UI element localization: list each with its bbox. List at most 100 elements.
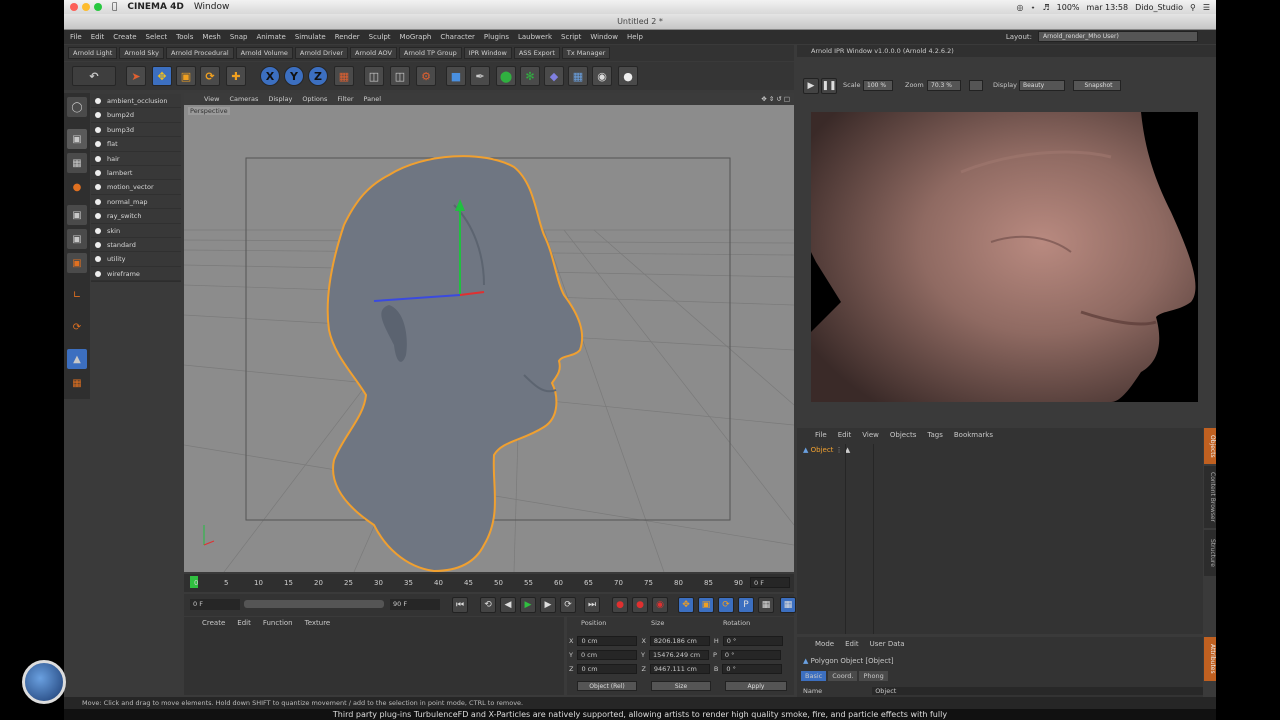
tab-attributes[interactable]: Attributes — [1204, 637, 1216, 681]
battery-level[interactable]: 100% — [1057, 3, 1080, 12]
size-y-field[interactable]: 15476.249 cm — [648, 650, 709, 660]
deformer-icon[interactable]: ◆ — [544, 66, 564, 86]
viewport-nav-icons[interactable]: ✥ ⇕ ↺ □ — [761, 93, 790, 105]
lock-workplane-icon[interactable]: ▦ — [67, 373, 87, 393]
model-mode-icon[interactable]: ▣ — [67, 129, 87, 149]
attribute-menu-user-data[interactable]: User Data — [870, 637, 905, 651]
go-to-end-icon[interactable]: ⏭ — [584, 597, 600, 613]
apply-button[interactable]: Apply — [725, 681, 787, 691]
ipr-pause-icon[interactable]: ❚❚ — [821, 78, 837, 94]
name-field[interactable]: Object — [872, 687, 1203, 695]
y-axis-toggle[interactable]: Y — [284, 66, 304, 86]
tab-structure[interactable]: Structure — [1204, 530, 1216, 576]
tab-content-browser[interactable]: Content Browser — [1204, 466, 1216, 528]
shader-item[interactable]: wireframe — [91, 266, 181, 282]
attribute-menu-mode[interactable]: Mode — [815, 637, 834, 651]
object-menu-bookmarks[interactable]: Bookmarks — [954, 428, 993, 442]
tab-basic[interactable]: Basic — [801, 671, 827, 681]
floor-icon[interactable]: ▦ — [568, 66, 588, 86]
viewport-menu-filter[interactable]: Filter — [337, 93, 353, 105]
menu-laubwerk[interactable]: Laubwerk — [518, 33, 552, 41]
zoom-field[interactable]: 70.3 % — [927, 80, 961, 91]
key-param-icon[interactable]: P — [738, 597, 754, 613]
object-name[interactable]: Object — [811, 446, 834, 454]
material-menu-edit[interactable]: Edit — [237, 619, 251, 627]
shader-item[interactable]: flat — [91, 137, 181, 152]
viewport-menu-display[interactable]: Display — [268, 93, 292, 105]
3d-viewport[interactable]: Perspective — [184, 105, 794, 572]
subdivision-icon[interactable]: ⬤ — [496, 66, 516, 86]
object-menu-file[interactable]: File — [815, 428, 827, 442]
key-position-icon[interactable]: ✥ — [678, 597, 694, 613]
move-tool-icon[interactable]: ✥ — [152, 66, 172, 86]
snap-icon[interactable]: ▲ — [67, 349, 87, 369]
workplane-mode-icon[interactable]: ● — [67, 177, 87, 197]
menu-animate[interactable]: Animate — [256, 33, 285, 41]
light-icon[interactable]: ● — [618, 66, 638, 86]
object-menu-objects[interactable]: Objects — [890, 428, 916, 442]
autokey-icon[interactable]: ● — [632, 597, 648, 613]
spline-pen-icon[interactable]: ✒ — [470, 66, 490, 86]
ass-export-button[interactable]: ASS Export — [513, 47, 560, 59]
axis-mode-icon[interactable]: ∟ — [67, 285, 87, 305]
maximize-button[interactable] — [94, 3, 102, 11]
record-icon[interactable]: ● — [612, 597, 628, 613]
tab-coord[interactable]: Coord. — [828, 671, 858, 681]
next-frame-icon[interactable]: ▶ — [540, 597, 556, 613]
menu-edit[interactable]: Edit — [91, 33, 105, 41]
volume-icon[interactable]: ♬ — [1042, 3, 1049, 12]
apple-icon[interactable]:  — [112, 2, 117, 12]
minimize-button[interactable] — [82, 3, 90, 11]
menu-window[interactable]: Window — [590, 33, 618, 41]
make-editable-icon[interactable]: ◯ — [67, 97, 87, 117]
shader-item[interactable]: utility — [91, 252, 181, 267]
key-rotation-icon[interactable]: ⟳ — [718, 597, 734, 613]
app-menu[interactable]: CINEMA 4D — [127, 2, 183, 12]
ipr-window-button[interactable]: IPR Window — [463, 47, 512, 59]
display-dropdown[interactable]: Beauty — [1019, 80, 1065, 91]
tab-phong[interactable]: Phong — [859, 671, 888, 681]
prev-key-icon[interactable]: ⟲ — [480, 597, 496, 613]
end-frame-field[interactable]: 90 F — [390, 599, 440, 610]
user-name[interactable]: Dido_Studio — [1135, 3, 1183, 12]
tx-manager-button[interactable]: Tx Manager — [561, 47, 611, 59]
current-frame-field[interactable]: 0 F — [750, 577, 790, 588]
shader-item[interactable]: hair — [91, 151, 181, 166]
tweak-mode-icon[interactable]: ⟳ — [67, 317, 87, 337]
menu-snap[interactable]: Snap — [230, 33, 248, 41]
tab-objects[interactable]: Objects — [1204, 428, 1216, 464]
points-mode-icon[interactable]: ▣ — [67, 205, 87, 225]
visibility-dots-icon[interactable]: ⋮ — [836, 446, 843, 454]
size-z-field[interactable]: 9467.111 cm — [649, 664, 710, 674]
scale-tool-icon[interactable]: ▣ — [176, 66, 196, 86]
material-menu-function[interactable]: Function — [263, 619, 293, 627]
arnold-driver-button[interactable]: Arnold Driver — [294, 47, 349, 59]
bluetooth-icon[interactable]: ⋆ — [1030, 3, 1035, 12]
menu-mograph[interactable]: MoGraph — [400, 33, 432, 41]
camera-icon[interactable]: ◉ — [592, 66, 612, 86]
menu-sculpt[interactable]: Sculpt — [369, 33, 391, 41]
menu-mesh[interactable]: Mesh — [202, 33, 220, 41]
size-mode-dropdown[interactable]: Size — [651, 681, 711, 691]
menu-file[interactable]: File — [70, 33, 82, 41]
arnold-light-button[interactable]: Arnold Light — [68, 47, 118, 59]
render-settings-icon[interactable]: ⚙ — [416, 66, 436, 86]
polygons-mode-icon[interactable]: ▣ — [67, 253, 87, 273]
array-icon[interactable]: ✻ — [520, 66, 540, 86]
shader-item[interactable]: motion_vector — [91, 180, 181, 195]
position-y-field[interactable]: 0 cm — [576, 650, 637, 660]
shader-item[interactable]: ambient_occlusion — [91, 94, 181, 109]
shader-item[interactable]: standard — [91, 237, 181, 253]
undo-button[interactable]: ↶ — [72, 66, 116, 86]
shader-item[interactable]: normal_map — [91, 194, 181, 210]
arnold-procedural-button[interactable]: Arnold Procedural — [165, 47, 234, 59]
coordinate-mode-dropdown[interactable]: Object (Rel) — [577, 681, 637, 691]
go-to-start-icon[interactable]: ⏮ — [452, 597, 468, 613]
arnold-aov-button[interactable]: Arnold AOV — [350, 47, 397, 59]
frame-range-slider[interactable] — [244, 600, 384, 608]
rotation-p-field[interactable]: 0 ° — [720, 650, 781, 660]
x-axis-toggle[interactable]: X — [260, 66, 280, 86]
menu-plugins[interactable]: Plugins — [484, 33, 509, 41]
timeline[interactable]: 0 5 10 15 20 25 30 35 40 45 50 55 60 65 70 75 80 85 90 0 F — [184, 574, 794, 592]
prev-frame-icon[interactable]: ◀ — [500, 597, 516, 613]
